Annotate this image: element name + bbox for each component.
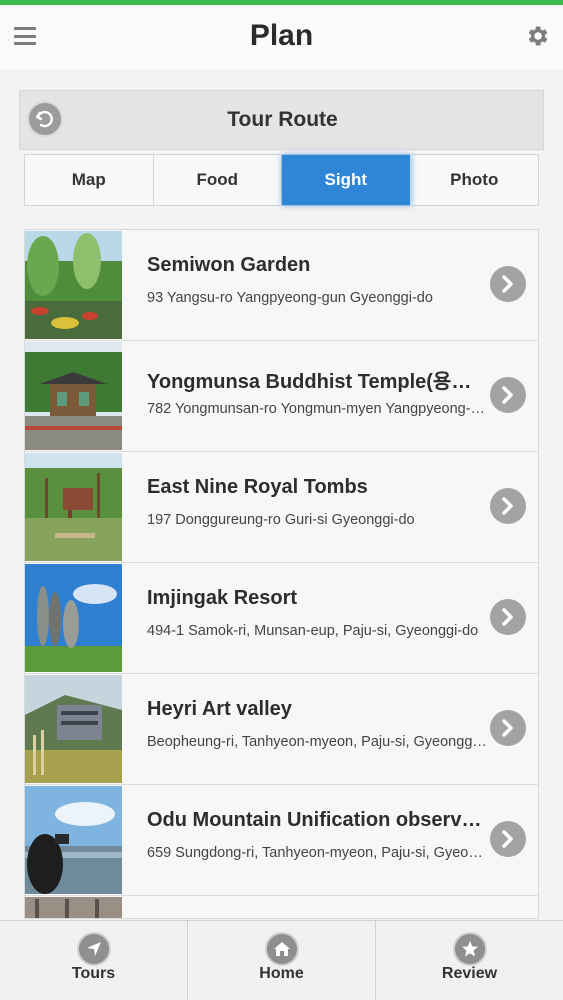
bottom-navigation: Tours Home Review — [0, 920, 563, 1000]
route-title: Tour Route — [227, 108, 338, 131]
sight-address: 197 Donggureung-ro Guri-si Gyeonggi-do — [147, 512, 415, 528]
app-header: Plan — [0, 5, 563, 69]
page-title: Plan — [249, 19, 314, 52]
tab-photo[interactable]: Photo — [411, 155, 539, 205]
tour-route-bar: Tour Route — [19, 90, 544, 150]
chevron-right-icon[interactable] — [490, 488, 526, 524]
sight-name: Yongmunsa Buddhist Temple(용문사) — [147, 371, 487, 393]
list-item[interactable]: Imjingak Resort 494-1 Samok-ri, Munsan-e… — [25, 563, 538, 674]
sight-list[interactable]: Semiwon Garden 93 Yangsu-ro Yangpyeong-g… — [24, 229, 539, 919]
nav-review-label: Review — [441, 965, 498, 982]
list-item[interactable]: Heyri Art valley Beopheung-ri, Tanhyeon-… — [25, 674, 538, 785]
nav-home[interactable]: Home — [188, 921, 376, 1000]
thumbnail-image — [25, 564, 122, 672]
nav-tours-label: Tours — [71, 965, 116, 982]
chevron-right-icon[interactable] — [490, 599, 526, 635]
sight-name: Odu Mountain Unification observatory — [147, 809, 487, 831]
sight-name: Heyri Art valley — [147, 698, 292, 720]
nav-review[interactable]: Review — [376, 921, 563, 1000]
chevron-right-icon[interactable] — [490, 377, 526, 413]
sight-address: Beopheung-ri, Tanhyeon-myeon, Paju-si, G… — [147, 734, 487, 750]
chevron-right-icon[interactable] — [490, 266, 526, 302]
sight-name: East Nine Royal Tombs — [147, 476, 368, 498]
list-item-partial[interactable] — [25, 896, 538, 918]
sight-address: 782 Yongmunsan-ro Yongmun-myen Yangpyeon… — [147, 401, 487, 417]
star-icon — [452, 932, 487, 966]
tab-map[interactable]: Map — [25, 155, 154, 205]
list-item[interactable]: Odu Mountain Unification observatory 659… — [25, 785, 538, 896]
thumbnail-image — [25, 786, 122, 894]
category-tabs: Map Food Sight Photo — [24, 154, 539, 206]
gear-icon[interactable] — [524, 23, 550, 49]
sight-address: 93 Yangsu-ro Yangpyeong-gun Gyeonggi-do — [147, 290, 433, 306]
sight-address: 659 Sungdong-ri, Tanhyeon-myeon, Paju-si… — [147, 845, 487, 861]
sight-address: 494-1 Samok-ri, Munsan-eup, Paju-si, Gye… — [147, 623, 479, 639]
thumbnail-image — [25, 453, 122, 561]
thumbnail-image — [25, 231, 122, 339]
navigation-arrow-icon — [76, 932, 111, 966]
nav-home-label: Home — [259, 965, 304, 982]
thumbnail-image — [25, 897, 122, 918]
list-item[interactable]: East Nine Royal Tombs 197 Donggureung-ro… — [25, 452, 538, 563]
tab-sight[interactable]: Sight — [282, 155, 411, 205]
home-icon — [264, 932, 299, 966]
thumbnail-image — [25, 342, 122, 450]
thumbnail-image — [25, 675, 122, 783]
list-item[interactable]: Yongmunsa Buddhist Temple(용문사) 782 Yongm… — [25, 341, 538, 452]
list-item[interactable]: Semiwon Garden 93 Yangsu-ro Yangpyeong-g… — [25, 230, 538, 341]
chevron-right-icon[interactable] — [490, 710, 526, 746]
nav-tours[interactable]: Tours — [0, 921, 188, 1000]
tab-food[interactable]: Food — [154, 155, 282, 205]
sight-name: Semiwon Garden — [147, 254, 311, 276]
sight-name: Imjingak Resort — [147, 587, 298, 609]
chevron-right-icon[interactable] — [490, 821, 526, 857]
